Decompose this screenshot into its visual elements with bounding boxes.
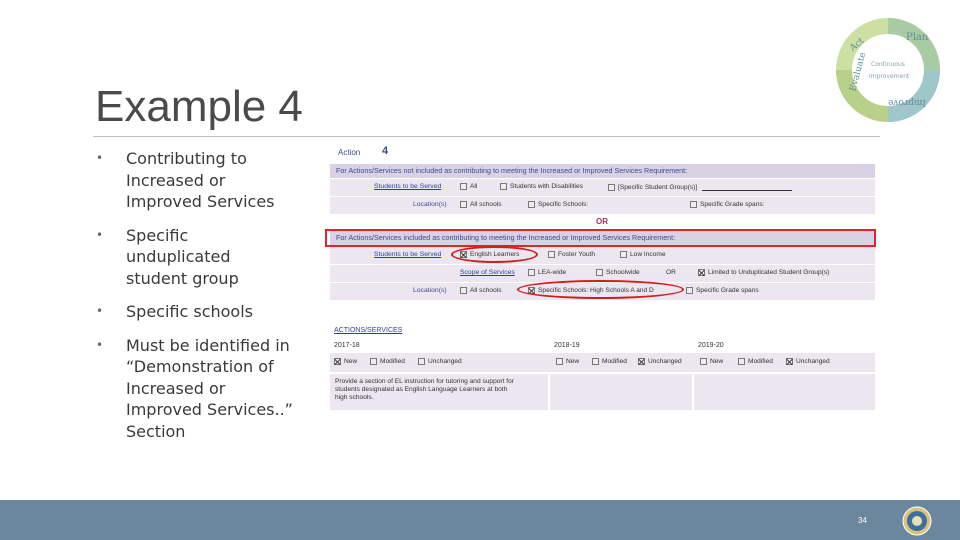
footer-bar xyxy=(0,500,960,540)
bullet-text: Must be identified in “Demonstration of … xyxy=(126,335,293,441)
y1-modified[interactable]: Modified xyxy=(370,358,405,365)
checkbox[interactable] xyxy=(686,287,693,294)
bullet-item: • Specific schools xyxy=(96,301,326,323)
section2-scope-or: OR xyxy=(666,269,676,276)
section2-option-low-income[interactable]: Low Income xyxy=(620,251,666,258)
section2-option-limited-unduplicated[interactable]: Limited to Unduplicated Student Group(s) xyxy=(698,269,829,276)
title-divider xyxy=(93,136,880,137)
section1-students-row: Students to be Served All Students with … xyxy=(330,179,875,196)
page-number: 34 xyxy=(858,516,867,525)
year-2019-20: 2019-20 xyxy=(698,342,724,349)
checkbox[interactable] xyxy=(596,269,603,276)
checkbox[interactable] xyxy=(418,358,425,365)
bullet-item: • Must be identified in “Demonstration o… xyxy=(96,335,326,443)
cycle-word-improve: Improve xyxy=(888,97,926,107)
checkbox[interactable] xyxy=(460,287,467,294)
description-cell-y2 xyxy=(550,374,692,410)
section2-students-row: Students to be Served English Learners F… xyxy=(330,247,875,264)
bullet-item: • Specific unduplicated student group xyxy=(96,225,326,290)
section1-option-specific-group[interactable]: [Specific Student Group(s)] xyxy=(608,183,793,191)
checkbox[interactable] xyxy=(738,358,745,365)
bullet-dot-icon: • xyxy=(96,151,104,165)
checkbox[interactable] xyxy=(700,358,707,365)
description-cell-y3 xyxy=(694,374,875,410)
state-seal-icon xyxy=(902,506,932,536)
section2-option-grade-spans[interactable]: Specific Grade spans xyxy=(686,287,759,294)
section2-location-label: Location(s) xyxy=(413,287,447,294)
bullet-text: Specific unduplicated student group xyxy=(126,225,239,288)
checkbox[interactable] xyxy=(548,251,555,258)
slide-title: Example 4 xyxy=(95,82,303,131)
bullet-item: • Contributing to Increased or Improved … xyxy=(96,148,326,213)
bullet-text: Contributing to Increased or Improved Se… xyxy=(126,149,275,211)
highlight-contributing-header xyxy=(325,229,876,247)
checkbox[interactable] xyxy=(528,269,535,276)
year-2017-18: 2017-18 xyxy=(334,342,360,349)
section1-location-row: Location(s) All schools Specific Schools… xyxy=(330,197,875,214)
y2-unchanged[interactable]: Unchanged xyxy=(638,358,682,365)
section2-scope-label[interactable]: Scope of Services xyxy=(460,269,515,276)
bullet-dot-icon: • xyxy=(96,337,104,352)
cycle-word-improvement: Improvement xyxy=(869,73,910,80)
section1-option-specific-schools[interactable]: Specific Schools: xyxy=(528,201,588,208)
description-cell-y1: Provide a section of EL instruction for … xyxy=(330,374,548,410)
action-description: Provide a section of EL instruction for … xyxy=(335,378,514,401)
y2-new[interactable]: New xyxy=(556,358,579,365)
checkbox[interactable] xyxy=(620,251,627,258)
y1-new[interactable]: New xyxy=(334,358,357,365)
y1-unchanged[interactable]: Unchanged xyxy=(418,358,462,365)
bullet-list: • Contributing to Increased or Improved … xyxy=(96,148,326,454)
highlight-english-learners xyxy=(451,246,538,263)
section1-students-label[interactable]: Students to be Served xyxy=(374,183,441,190)
or-separator: OR xyxy=(596,217,608,226)
section2-option-lea-wide[interactable]: LEA-wide xyxy=(528,269,566,276)
highlight-specific-schools xyxy=(517,280,684,299)
section2-students-label[interactable]: Students to be Served xyxy=(374,251,441,258)
y3-unchanged[interactable]: Unchanged xyxy=(786,358,830,365)
section2-option-all-schools[interactable]: All schools xyxy=(460,287,502,294)
section1-option-all-schools[interactable]: All schools xyxy=(460,201,502,208)
section1-header: For Actions/Services not included as con… xyxy=(330,164,875,178)
checkbox[interactable] xyxy=(592,358,599,365)
checkbox[interactable] xyxy=(690,201,697,208)
year-2018-19: 2018-19 xyxy=(554,342,580,349)
y3-modified[interactable]: Modified xyxy=(738,358,773,365)
checkbox[interactable] xyxy=(528,201,535,208)
checkbox[interactable] xyxy=(460,201,467,208)
cycle-word-continuous: Continuous xyxy=(871,61,905,68)
checkbox[interactable] xyxy=(460,183,467,190)
checkbox-checked[interactable] xyxy=(334,358,341,365)
checkbox[interactable] xyxy=(500,183,507,190)
y2-modified[interactable]: Modified xyxy=(592,358,627,365)
checkbox[interactable] xyxy=(608,183,615,191)
y3-new[interactable]: New xyxy=(700,358,723,365)
section1-location-label: Location(s) xyxy=(413,201,447,208)
checkbox[interactable] xyxy=(370,358,377,365)
checkbox-checked[interactable] xyxy=(638,358,645,365)
section1-option-all[interactable]: All xyxy=(460,183,477,190)
section1-option-grade-spans[interactable]: Specific Grade spans: xyxy=(690,201,765,208)
checkbox-checked[interactable] xyxy=(698,269,705,276)
continuous-improvement-cycle-icon: Plan Improve Evaluate Act Continuous Imp… xyxy=(836,18,940,122)
actions-services-heading: ACTIONS/SERVICES xyxy=(334,327,403,334)
checkbox[interactable] xyxy=(556,358,563,365)
action-label: Action xyxy=(338,148,361,157)
checkbox-checked[interactable] xyxy=(786,358,793,365)
bullet-text: Specific schools xyxy=(126,302,253,321)
section2-option-schoolwide[interactable]: Schoolwide xyxy=(596,269,640,276)
bullet-dot-icon: • xyxy=(96,304,104,318)
cycle-word-plan: Plan xyxy=(906,32,929,43)
action-number: 4 xyxy=(382,145,389,157)
bullet-dot-icon: • xyxy=(96,227,104,242)
section1-option-swd[interactable]: Students with Disabilities xyxy=(500,183,583,190)
section2-option-foster-youth[interactable]: Foster Youth xyxy=(548,251,595,258)
year-status-row: New Modified Unchanged New Modified Unch… xyxy=(330,353,875,372)
